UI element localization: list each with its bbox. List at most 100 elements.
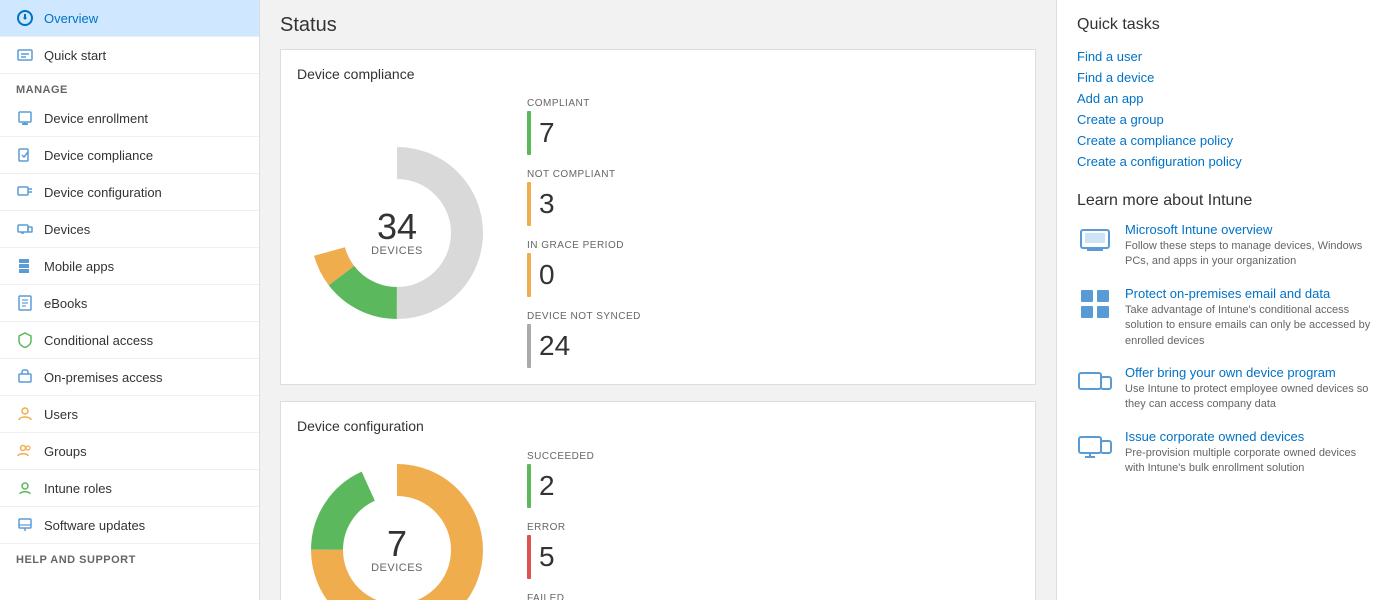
- mobile-apps-icon: [16, 257, 34, 275]
- sidebar-item-conditional-access[interactable]: Conditional access: [0, 322, 259, 359]
- sidebar-device-configuration-label: Device configuration: [44, 185, 162, 200]
- compliance-donut-chart: 34 DEVICES: [297, 133, 497, 333]
- ebooks-icon: [16, 294, 34, 312]
- sidebar-ebooks-label: eBooks: [44, 296, 87, 311]
- sidebar-item-overview[interactable]: Overview: [0, 0, 259, 37]
- conditional-access-icon: [16, 331, 34, 349]
- learn-item-0-title[interactable]: Microsoft Intune overview: [1125, 222, 1376, 237]
- learn-item-0: Microsoft Intune overview Follow these s…: [1077, 222, 1376, 270]
- device-compliance-card: Device compliance 34 DEVICES: [280, 49, 1036, 385]
- learn-item-3-desc: Pre-provision multiple corporate owned d…: [1125, 446, 1376, 477]
- device-compliance-icon: [16, 146, 34, 164]
- stat-not-compliant-name: NOT COMPLIANT: [527, 169, 641, 180]
- quick-task-find-device[interactable]: Find a device: [1077, 67, 1376, 88]
- stat-error: ERROR 5: [527, 522, 594, 579]
- stat-grace-period-value: 0: [539, 261, 555, 289]
- learn-item-2: Offer bring your own device program Use …: [1077, 365, 1376, 413]
- sidebar-item-devices[interactable]: Devices: [0, 211, 259, 248]
- device-configuration-card: Device configuration 7 DEVICES: [280, 401, 1036, 600]
- learn-icon-3: [1077, 429, 1113, 465]
- device-enrollment-icon: [16, 109, 34, 127]
- stat-not-compliant: NOT COMPLIANT 3: [527, 169, 641, 226]
- sidebar-item-groups[interactable]: Groups: [0, 433, 259, 470]
- compliance-card-body: 34 DEVICES COMPLIANT 7 NOT COMPLIANT: [297, 98, 1019, 368]
- sidebar-device-enrollment-label: Device enrollment: [44, 111, 148, 126]
- quick-task-add-app[interactable]: Add an app: [1077, 88, 1376, 109]
- quick-task-compliance-policy[interactable]: Create a compliance policy: [1077, 130, 1376, 151]
- compliance-total: 34: [371, 209, 423, 245]
- stat-compliant-bar: [527, 111, 531, 155]
- learn-item-2-title[interactable]: Offer bring your own device program: [1125, 365, 1376, 380]
- sidebar-item-quick-start[interactable]: Quick start: [0, 37, 259, 74]
- stat-succeeded-name: SUCCEEDED: [527, 451, 594, 462]
- learn-item-1-title[interactable]: Protect on-premises email and data: [1125, 286, 1376, 301]
- learn-icon-2: [1077, 365, 1113, 401]
- sidebar-item-users[interactable]: Users: [0, 396, 259, 433]
- quick-task-create-group[interactable]: Create a group: [1077, 109, 1376, 130]
- configuration-devices-label: DEVICES: [371, 562, 423, 574]
- sidebar-item-on-premises[interactable]: On-premises access: [0, 359, 259, 396]
- quick-task-find-user[interactable]: Find a user: [1077, 46, 1376, 67]
- software-updates-icon: [16, 516, 34, 534]
- learn-icon-0: [1077, 222, 1113, 258]
- stat-not-compliant-value: 3: [539, 190, 555, 218]
- configuration-donut-center: 7 DEVICES: [371, 526, 423, 574]
- quick-tasks-title: Quick tasks: [1077, 16, 1376, 34]
- users-icon: [16, 405, 34, 423]
- learn-item-0-desc: Follow these steps to manage devices, Wi…: [1125, 239, 1376, 270]
- stat-error-bar: [527, 535, 531, 579]
- stat-compliant: COMPLIANT 7: [527, 98, 641, 155]
- sidebar-overview-label: Overview: [44, 11, 98, 26]
- learn-item-1: Protect on-premises email and data Take …: [1077, 286, 1376, 349]
- right-panel: Quick tasks Find a user Find a device Ad…: [1056, 0, 1396, 600]
- configuration-card-body: 7 DEVICES SUCCEEDED 2 ERROR: [297, 450, 1019, 600]
- sidebar-intune-roles-label: Intune roles: [44, 481, 112, 496]
- sidebar-software-updates-label: Software updates: [44, 518, 145, 533]
- stat-grace-period: IN GRACE PERIOD 0: [527, 240, 641, 297]
- stat-grace-period-bar: [527, 253, 531, 297]
- stat-not-synced-bar: [527, 324, 531, 368]
- learn-more-section: Learn more about Intune Microsoft Intune…: [1077, 192, 1376, 477]
- stat-failed-name: FAILED: [527, 593, 594, 600]
- configuration-donut-chart: 7 DEVICES: [297, 450, 497, 600]
- sidebar-item-mobile-apps[interactable]: Mobile apps: [0, 248, 259, 285]
- stat-not-compliant-bar: [527, 182, 531, 226]
- status-header: Status: [280, 0, 1036, 49]
- sidebar-item-intune-roles[interactable]: Intune roles: [0, 470, 259, 507]
- learn-more-title: Learn more about Intune: [1077, 192, 1376, 210]
- compliance-donut-center: 34 DEVICES: [371, 209, 423, 257]
- groups-icon: [16, 442, 34, 460]
- learn-item-1-desc: Take advantage of Intune's conditional a…: [1125, 303, 1376, 349]
- compliance-card-title: Device compliance: [297, 66, 1019, 82]
- sidebar-quick-start-label: Quick start: [44, 48, 106, 63]
- configuration-card-title: Device configuration: [297, 418, 1019, 434]
- learn-item-3: Issue corporate owned devices Pre-provis…: [1077, 429, 1376, 477]
- sidebar-conditional-access-label: Conditional access: [44, 333, 153, 348]
- configuration-total: 7: [371, 526, 423, 562]
- sidebar-mobile-apps-label: Mobile apps: [44, 259, 114, 274]
- stat-error-value: 5: [539, 543, 555, 571]
- quick-start-icon: [16, 46, 34, 64]
- compliance-stats-list: COMPLIANT 7 NOT COMPLIANT 3 IN G: [527, 98, 641, 368]
- intune-roles-icon: [16, 479, 34, 497]
- sidebar-on-premises-label: On-premises access: [44, 370, 162, 385]
- stat-failed: FAILED: [527, 593, 594, 600]
- sidebar-item-device-compliance[interactable]: Device compliance: [0, 137, 259, 174]
- main-content: Status Device compliance 34 DEVICES: [260, 0, 1056, 600]
- overview-icon: [16, 9, 34, 27]
- stat-not-synced-value: 24: [539, 332, 570, 360]
- sidebar-item-device-enrollment[interactable]: Device enrollment: [0, 100, 259, 137]
- sidebar-item-ebooks[interactable]: eBooks: [0, 285, 259, 322]
- learn-item-3-title[interactable]: Issue corporate owned devices: [1125, 429, 1376, 444]
- sidebar-devices-label: Devices: [44, 222, 90, 237]
- quick-task-configuration-policy[interactable]: Create a configuration policy: [1077, 151, 1376, 172]
- manage-section-label: MANAGE: [0, 74, 259, 100]
- sidebar-item-device-configuration[interactable]: Device configuration: [0, 174, 259, 211]
- sidebar-device-compliance-label: Device compliance: [44, 148, 153, 163]
- stat-succeeded: SUCCEEDED 2: [527, 451, 594, 508]
- sidebar-item-software-updates[interactable]: Software updates: [0, 507, 259, 544]
- on-premises-icon: [16, 368, 34, 386]
- stat-succeeded-bar: [527, 464, 531, 508]
- stat-compliant-value: 7: [539, 119, 555, 147]
- stat-not-synced-name: DEVICE NOT SYNCED: [527, 311, 641, 322]
